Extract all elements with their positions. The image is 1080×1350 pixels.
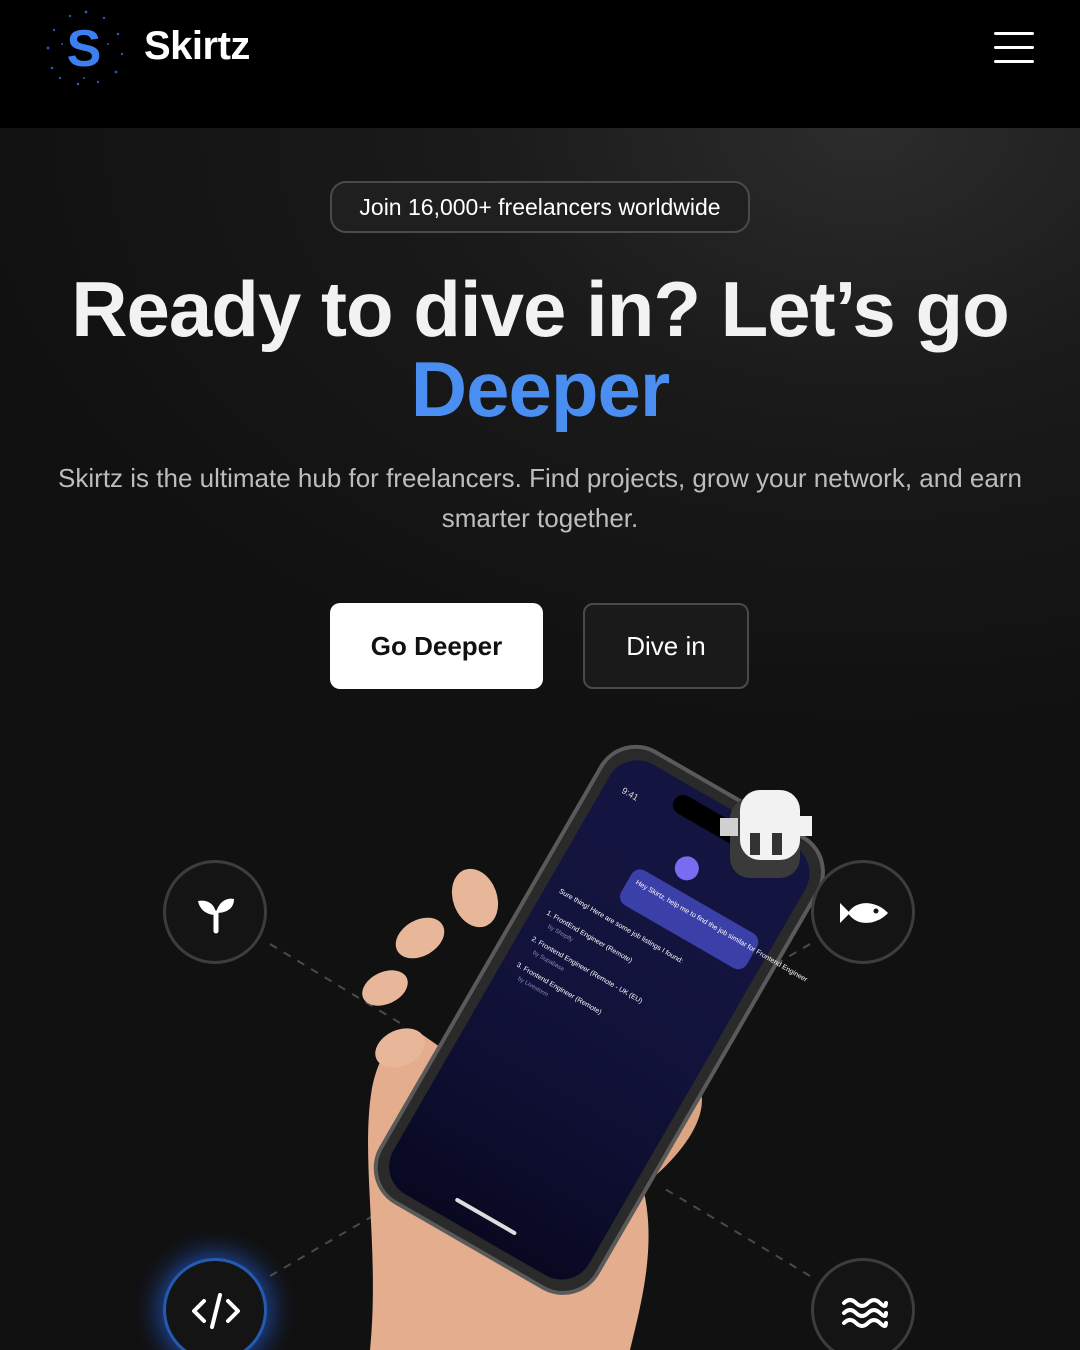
waves-icon: [842, 1298, 888, 1328]
brand-name[interactable]: Skirtz: [144, 24, 250, 69]
phone-illustration: 9:41 Hey Skirtz, help me to find the job…: [362, 744, 825, 1350]
svg-text:S: S: [67, 20, 102, 78]
sprout-icon: [198, 898, 234, 934]
feature-sprout-button[interactable]: [163, 860, 267, 964]
feature-fish-button[interactable]: [811, 860, 915, 964]
hero-section: Join 16,000+ freelancers worldwide Ready…: [0, 128, 1080, 1350]
hamburger-menu-icon[interactable]: [990, 30, 1038, 66]
top-nav: S Skirtz: [0, 0, 1080, 128]
code-icon: [192, 1293, 240, 1329]
fish-icon: [840, 903, 888, 923]
skirtz-logo-icon[interactable]: S: [40, 8, 128, 88]
